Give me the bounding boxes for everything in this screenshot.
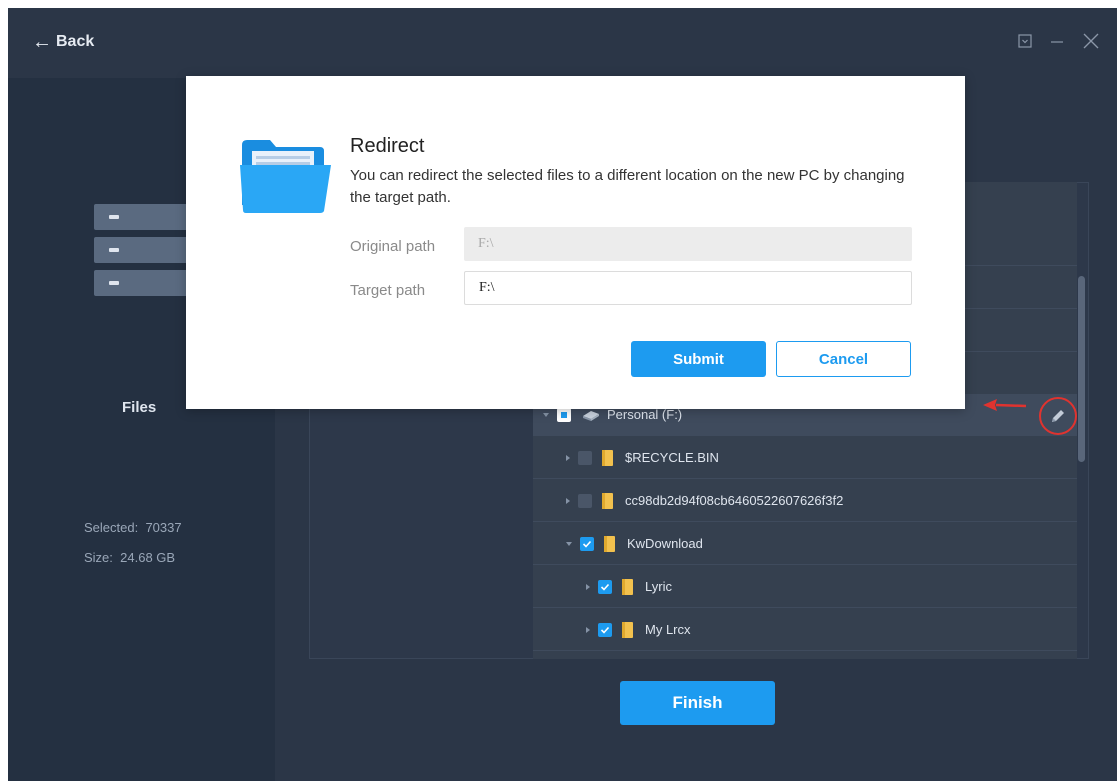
submit-button[interactable]: Submit <box>631 341 766 377</box>
files-category-label: Files <box>122 399 157 416</box>
target-path-label: Target path <box>350 282 426 299</box>
title-bar: ← Back <box>8 8 1117 78</box>
folder-checkbox[interactable] <box>578 450 592 465</box>
tree-row-hash-folder[interactable]: cc98db2d94f08cb6460522607626f3f2 <box>533 480 1077 522</box>
target-path-input[interactable]: F:\ <box>464 271 912 305</box>
minimize-to-tray-icon <box>1018 34 1032 48</box>
close-button[interactable] <box>1080 30 1102 52</box>
tree-item-label: KwDownload <box>627 536 703 551</box>
tree-item-label: Personal (F:) <box>607 407 683 422</box>
drive-checkbox[interactable] <box>557 407 571 422</box>
expand-caret-icon[interactable] <box>586 626 590 633</box>
folder-checkbox[interactable] <box>598 579 612 594</box>
edit-path-button[interactable] <box>1039 397 1077 435</box>
selected-size: Size: 24.68 GB <box>84 550 176 565</box>
drive-icon <box>583 410 599 421</box>
close-icon <box>1083 33 1099 49</box>
files-stack-layer <box>94 237 189 263</box>
folder-icon <box>622 578 633 595</box>
expand-caret-icon[interactable] <box>566 541 572 546</box>
tree-scrollbar[interactable] <box>1078 276 1085 462</box>
expand-caret-icon[interactable] <box>566 454 570 461</box>
tree-row-my-lrcx[interactable]: My Lrcx <box>533 609 1077 651</box>
expand-caret-icon[interactable] <box>543 412 549 417</box>
annotation-arrow-icon <box>983 399 1027 411</box>
folder-icon <box>602 449 613 466</box>
minimize-icon <box>1051 41 1063 43</box>
folder-icon <box>604 535 615 552</box>
back-arrow-icon: ← <box>32 31 52 53</box>
tree-item-label: My Lrcx <box>645 622 691 637</box>
folder-checkbox[interactable] <box>578 493 592 508</box>
original-path-field: F:\ <box>464 227 912 261</box>
expand-caret-icon[interactable] <box>566 497 570 504</box>
files-stack-layer <box>94 204 189 230</box>
minimize-to-tray-button[interactable] <box>1014 30 1036 52</box>
tree-item-label: $RECYCLE.BIN <box>625 450 719 465</box>
back-label: Back <box>56 33 95 50</box>
files-stack-layer <box>94 270 189 296</box>
tree-item-label: cc98db2d94f08cb6460522607626f3f2 <box>625 493 844 508</box>
finish-button[interactable]: Finish <box>620 681 775 725</box>
dialog-description: You can redirect the selected files to a… <box>350 167 905 206</box>
folder-icon <box>602 492 613 509</box>
folder-checkbox[interactable] <box>598 622 612 637</box>
edit-pencil-icon <box>1052 410 1064 422</box>
redirect-dialog: Redirect You can redirect the selected f… <box>186 76 965 409</box>
cancel-button[interactable]: Cancel <box>776 341 911 377</box>
dialog-title: Redirect <box>350 135 425 157</box>
expand-caret-icon[interactable] <box>586 583 590 590</box>
tree-row-kwdownload[interactable]: KwDownload <box>533 523 1077 565</box>
open-folder-icon <box>240 140 331 213</box>
minimize-button[interactable] <box>1046 30 1068 52</box>
tree-item-label: Lyric <box>645 579 672 594</box>
folder-checkbox[interactable] <box>580 536 594 551</box>
tree-row-recycle-bin[interactable]: $RECYCLE.BIN <box>533 437 1077 479</box>
back-button[interactable]: ← Back <box>32 32 94 52</box>
folder-icon <box>622 621 633 638</box>
selected-count: Selected: 70337 <box>84 520 182 535</box>
original-path-label: Original path <box>350 238 436 255</box>
tree-row-lyric[interactable]: Lyric <box>533 566 1077 608</box>
